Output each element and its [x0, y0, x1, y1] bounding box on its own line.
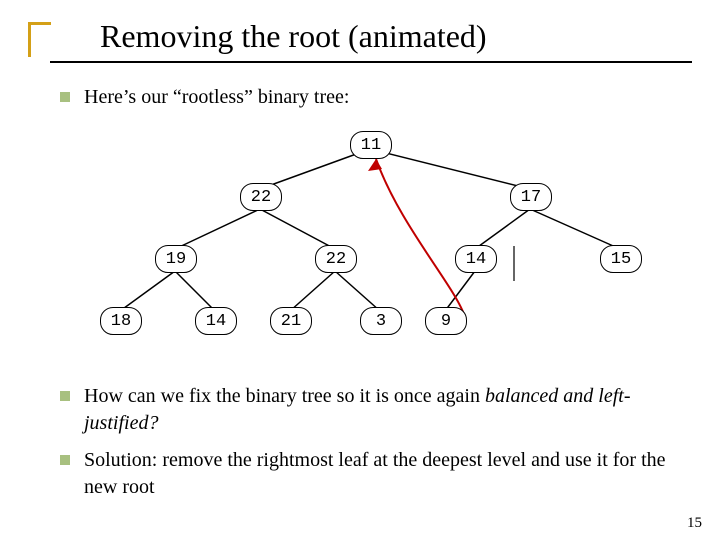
bullet-intro: Here’s our “rootless” binary tree: — [60, 84, 680, 111]
tree-node: 15 — [600, 245, 642, 273]
tree-node: 3 — [360, 307, 402, 335]
after-bullets: How can we fix the binary tree so it is … — [60, 383, 680, 501]
tree-node-root: 11 — [350, 131, 392, 159]
title-accent-icon — [28, 22, 51, 57]
bullet-question: How can we fix the binary tree so it is … — [60, 383, 680, 437]
tree-node: 14 — [455, 245, 497, 273]
arrow-icon — [368, 159, 465, 317]
title-underline — [50, 61, 692, 63]
question-text: How can we fix the binary tree so it is … — [84, 383, 680, 437]
solution-text: Solution: remove the rightmost leaf at t… — [84, 447, 680, 501]
tree-node: 18 — [100, 307, 142, 335]
slide-title: Removing the root (animated) — [100, 18, 692, 55]
bullet-solution: Solution: remove the rightmost leaf at t… — [60, 447, 680, 501]
tree-node: 14 — [195, 307, 237, 335]
title-bar: Removing the root (animated) — [28, 18, 692, 63]
tree-node: 22 — [240, 183, 282, 211]
tree-node-rightmost-leaf: 9 — [425, 307, 467, 335]
bullet-icon — [60, 92, 70, 102]
tree-node: 17 — [510, 183, 552, 211]
bullet-icon — [60, 455, 70, 465]
intro-text: Here’s our “rootless” binary tree: — [84, 84, 349, 111]
tree-node: 22 — [315, 245, 357, 273]
slide-body: Here’s our “rootless” binary tree: — [60, 84, 680, 511]
tree-node: 19 — [155, 245, 197, 273]
slide-number: 15 — [687, 515, 702, 532]
bullet-icon — [60, 391, 70, 401]
binary-tree-diagram: 11 22 17 19 22 14 15 18 14 21 3 9 — [60, 121, 680, 371]
tree-node: 21 — [270, 307, 312, 335]
